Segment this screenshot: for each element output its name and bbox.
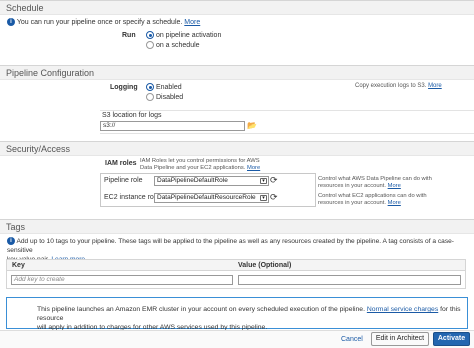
iam-roles-desc-line2: Data Pipeline and your EC2 applications. xyxy=(140,165,246,171)
tags-table: Key Value (Optional) Add key to create xyxy=(6,259,466,289)
ec2-role-desc-line2: resources in your account. xyxy=(318,200,386,206)
logging-enabled-label: Enabled xyxy=(155,83,182,91)
schedule-info: i You can run your pipeline once or spec… xyxy=(7,18,200,26)
pipeline-role-value: DataPipelineDefaultRole xyxy=(157,177,228,184)
refresh-icon[interactable]: ⟳ xyxy=(270,176,278,185)
schedule-header-title: Schedule xyxy=(6,3,44,13)
radio-checked-icon[interactable] xyxy=(146,83,154,91)
info-icon: i xyxy=(7,237,15,246)
ec2-role-select[interactable]: DataPipelineDefaultResourceRole ▾ xyxy=(154,193,269,203)
run-label: Run xyxy=(122,32,136,39)
ec2-role-desc-line1: Control what EC2 applications can do wit… xyxy=(318,193,427,199)
ec2-role-desc: Control what EC2 applications can do wit… xyxy=(318,193,427,207)
run-option-schedule-label: on a schedule xyxy=(155,41,200,49)
ec2-role-value: DataPipelineDefaultResourceRole xyxy=(157,194,256,201)
run-option-schedule[interactable]: on a schedule xyxy=(146,41,200,49)
refresh-icon[interactable]: ⟳ xyxy=(270,193,278,202)
pipeline-role-select[interactable]: DataPipelineDefaultRole ▾ xyxy=(154,176,269,186)
pipeline-role-desc-line2: resources in your account. xyxy=(318,183,386,189)
ec2-role-more-link[interactable]: More xyxy=(388,200,401,206)
tag-value-input[interactable] xyxy=(238,275,461,285)
iam-roles-desc-line1: IAM Roles let you control permissions fo… xyxy=(140,158,260,164)
info-icon: i xyxy=(7,18,15,26)
cost-notice-line1: This pipeline launches an Amazon EMR clu… xyxy=(37,306,365,313)
cost-notice-text: This pipeline launches an Amazon EMR clu… xyxy=(37,305,462,332)
logging-option-disabled[interactable]: Disabled xyxy=(146,93,183,101)
cancel-link[interactable]: Cancel xyxy=(341,336,363,343)
pipeline-role-desc-line1: Control what AWS Data Pipeline can do wi… xyxy=(318,176,432,182)
logging-option-enabled[interactable]: Enabled xyxy=(146,83,182,91)
activate-button[interactable]: Activate xyxy=(433,332,470,346)
iam-roles-desc: IAM Roles let you control permissions fo… xyxy=(140,158,260,172)
iam-roles-more-link[interactable]: More xyxy=(247,165,260,171)
edit-in-architect-button[interactable]: Edit in Architect xyxy=(371,332,429,346)
radio-unchecked-icon[interactable] xyxy=(146,93,154,101)
logging-disabled-label: Disabled xyxy=(155,93,184,101)
cost-notice: This pipeline launches an Amazon EMR clu… xyxy=(6,297,468,332)
radio-checked-icon[interactable] xyxy=(146,31,154,39)
radio-unchecked-icon[interactable] xyxy=(146,41,154,49)
service-charges-link[interactable]: Normal service charges xyxy=(367,306,438,313)
copy-logs-note: Copy execution logs to S3. More xyxy=(355,83,442,89)
pipeline-role-more-link[interactable]: More xyxy=(388,183,401,189)
security-header: Security/Access xyxy=(0,141,474,156)
s3-location-label: S3 location for logs xyxy=(102,112,162,119)
tags-table-header: Key Value (Optional) xyxy=(7,260,465,271)
tags-info-line1: Add up to 10 tags to your pipeline. Thes… xyxy=(7,238,454,254)
tags-header-title: Tags xyxy=(6,222,26,232)
schedule-info-text: You can run your pipeline once or specif… xyxy=(16,18,183,26)
folder-icon[interactable]: 📂 xyxy=(247,121,257,130)
col-value: Value (Optional) xyxy=(238,262,292,269)
logging-label: Logging xyxy=(110,84,138,91)
tags-header: Tags xyxy=(0,219,474,234)
schedule-more-link[interactable]: More xyxy=(184,19,200,26)
chevron-down-icon: ▾ xyxy=(260,195,267,201)
pipeline-config-header: Pipeline Configuration xyxy=(0,65,474,80)
ec2-role-label: EC2 instance role xyxy=(104,194,160,201)
run-option-activation[interactable]: on pipeline activation xyxy=(146,31,221,39)
col-key: Key xyxy=(12,262,25,269)
pipeline-config-header-title: Pipeline Configuration xyxy=(6,68,95,78)
schedule-header: Schedule xyxy=(0,0,474,15)
pipeline-role-desc: Control what AWS Data Pipeline can do wi… xyxy=(318,176,432,190)
run-option-activation-label: on pipeline activation xyxy=(155,31,222,39)
copy-logs-more-link[interactable]: More xyxy=(428,83,442,89)
copy-logs-note-text: Copy execution logs to S3. xyxy=(355,83,427,89)
chevron-down-icon: ▾ xyxy=(260,178,267,184)
security-header-title: Security/Access xyxy=(6,144,71,154)
pipeline-role-label: Pipeline role xyxy=(104,177,143,184)
s3-location-input[interactable]: s3:// xyxy=(100,121,245,131)
tag-key-input[interactable]: Add key to create xyxy=(11,275,233,285)
iam-roles-label: IAM roles xyxy=(105,160,137,167)
